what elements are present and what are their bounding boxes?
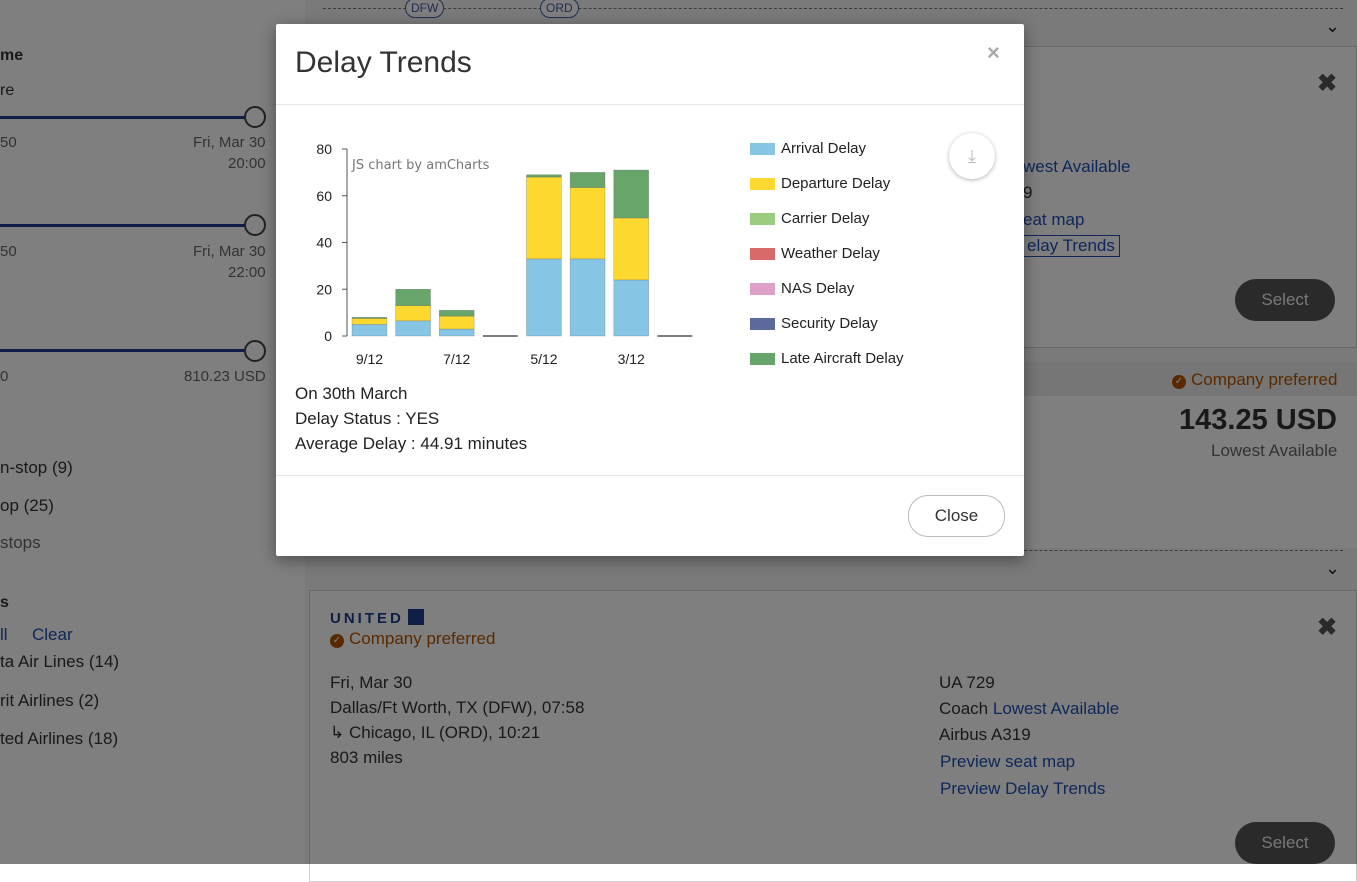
bar-arrival[interactable] xyxy=(569,258,606,337)
bar-departure[interactable] xyxy=(569,187,606,260)
bar-departure[interactable] xyxy=(613,217,649,281)
legend-label: Arrival Delay xyxy=(781,140,867,157)
legend-swatch xyxy=(750,353,775,365)
legend-swatch xyxy=(750,213,775,225)
y-tick-label: 40 xyxy=(316,235,332,251)
y-tick-label: 80 xyxy=(316,141,332,157)
bar-late_aircraft[interactable] xyxy=(438,309,475,317)
chart-watermark: JS chart by amCharts xyxy=(351,158,490,173)
bar-late_aircraft[interactable] xyxy=(526,174,562,178)
delay-status: Delay Status : YES xyxy=(295,409,440,428)
legend-swatch xyxy=(750,143,775,155)
y-tick-label: 0 xyxy=(324,328,332,344)
header-divider xyxy=(276,104,1024,105)
legend-label: NAS Delay xyxy=(781,280,855,297)
y-tick-label: 60 xyxy=(316,188,332,204)
legend-label: Late Aircraft Delay xyxy=(781,350,904,367)
legend-swatch xyxy=(750,178,775,190)
y-axis: 0 20 40 60 80 xyxy=(316,141,348,344)
legend-swatch xyxy=(750,318,775,330)
footer-divider xyxy=(276,475,1024,476)
bar-late_aircraft[interactable] xyxy=(351,317,388,319)
legend-label: Departure Delay xyxy=(781,175,891,192)
bar-departure[interactable] xyxy=(395,305,431,322)
legend-label: Security Delay xyxy=(781,315,878,332)
bars-group xyxy=(351,169,693,337)
modal-title: Delay Trends xyxy=(295,46,472,79)
x-axis: 9/12 7/12 5/12 3/12 xyxy=(356,351,645,367)
x-tick-label: 5/12 xyxy=(530,351,557,367)
bar-arrival[interactable] xyxy=(613,279,649,337)
bar-departure[interactable] xyxy=(438,315,475,330)
delay-date: On 30th March xyxy=(295,384,408,403)
close-icon[interactable]: × xyxy=(987,40,1000,66)
bar-late_aircraft[interactable] xyxy=(569,172,606,188)
bar-departure[interactable] xyxy=(526,176,562,260)
bar-late_aircraft[interactable] xyxy=(613,169,649,219)
legend-label: Carrier Delay xyxy=(781,210,870,227)
bar-arrival[interactable] xyxy=(526,258,562,337)
bar-late_aircraft[interactable] xyxy=(395,288,431,306)
legend-label: Weather Delay xyxy=(781,245,880,262)
delay-chart: 0 20 40 60 80 9/12 7/12 5/12 3/12 JS chart by a… xyxy=(316,141,693,367)
x-tick-label: 7/12 xyxy=(443,351,470,367)
average-delay: Average Delay : 44.91 minutes xyxy=(295,434,528,453)
bar-arrival[interactable] xyxy=(351,324,388,337)
y-tick-label: 20 xyxy=(316,281,332,297)
legend-swatch xyxy=(750,283,775,295)
delay-trends-modal: Delay Trends × 0 20 40 60 80 9/12 7/12 5/12 3/1… xyxy=(276,24,1024,556)
x-tick-label: 9/12 xyxy=(356,351,383,367)
bar-arrival[interactable] xyxy=(438,328,475,337)
close-button[interactable]: Close xyxy=(908,495,1005,537)
bar-arrival[interactable] xyxy=(395,320,431,337)
bar-departure[interactable] xyxy=(351,318,388,325)
x-tick-label: 3/12 xyxy=(618,351,645,367)
download-icon[interactable]: ⤓ xyxy=(949,133,995,179)
legend-swatch xyxy=(750,248,775,260)
